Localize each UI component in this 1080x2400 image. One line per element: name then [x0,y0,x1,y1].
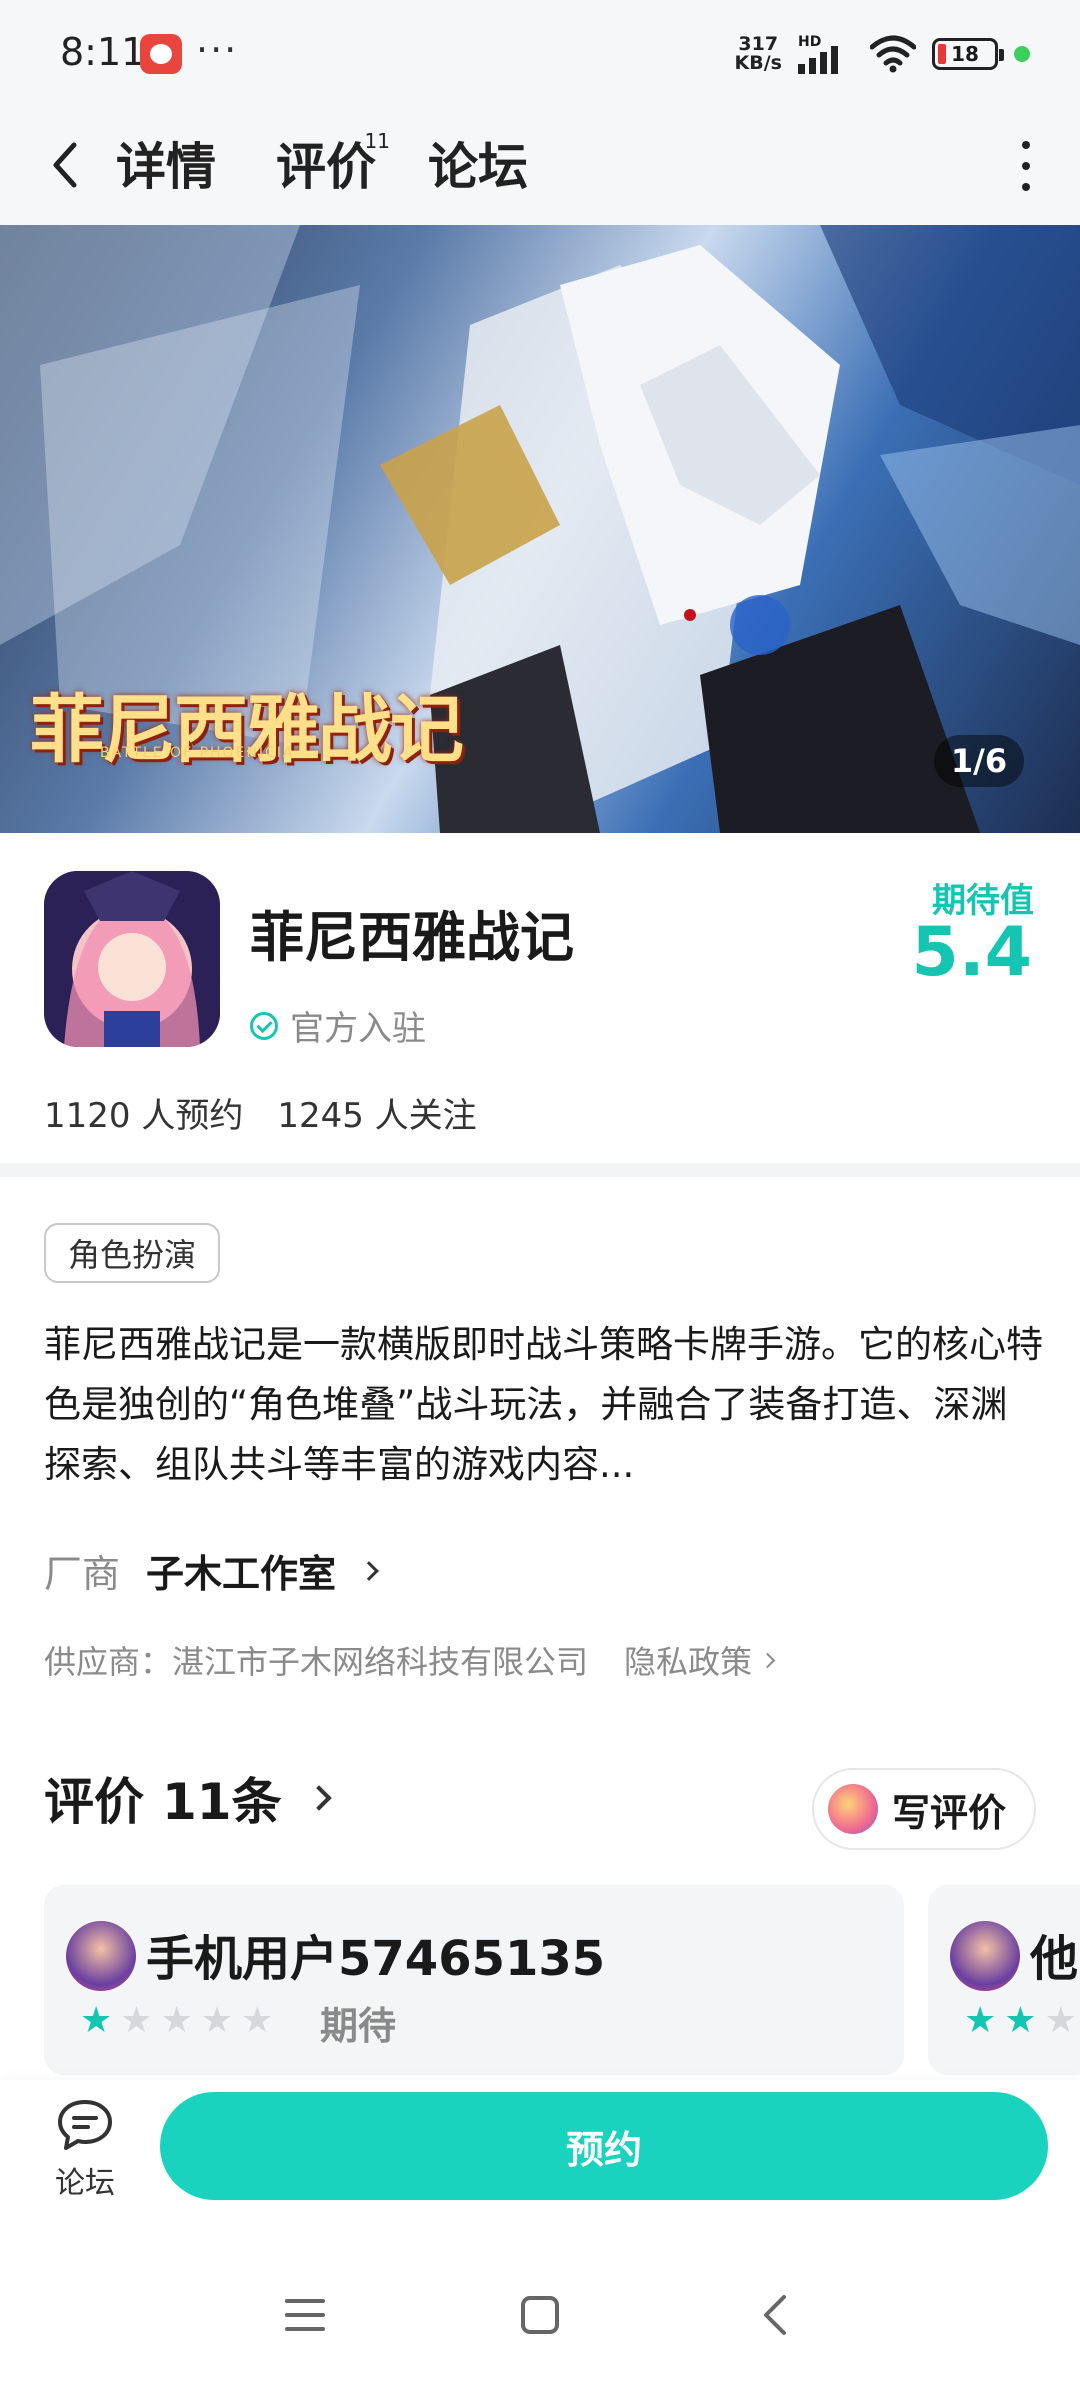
genre-tag[interactable]: 角色扮演 [44,1223,221,1283]
bottom-action-bar: 论坛 预约 [0,2080,1080,2230]
star-empty-icon: ★ [1044,2000,1077,2041]
privacy-indicator-dot [1014,46,1030,62]
tab-forum-label: 论坛 [428,138,528,196]
privacy-policy-label: 隐私政策 [624,1643,753,1681]
write-review-label: 写评价 [891,1790,1006,1835]
game-details-section: 角色扮演 菲尼西雅战记是一款横版即时战斗策略卡牌手游。它的核心特色是独创的“角色… [0,1177,1080,1697]
back-button[interactable] [40,135,90,195]
star-empty-icon: ★ [160,2000,193,2041]
expectation-score: 5.4 [911,913,1032,992]
star-rating: ★★★★★ [80,2003,273,2039]
status-bar: 8:11 ··· 317 KB/s HD 18 [0,0,1080,105]
developer-name: 子木工作室 [146,1552,337,1596]
reviewer-name: 他 [1030,1931,1079,1987]
write-review-button[interactable]: 写评价 [811,1768,1036,1850]
wifi-icon [870,35,916,73]
more-options-button[interactable] [1006,141,1046,191]
verified-check-icon [250,1011,278,1040]
reviews-section: 评价 11条 写评价 手机用户57465135 ★★★★★ 期待 他 ★★★★★ [0,1740,1080,2080]
game-description[interactable]: 菲尼西雅战记是一款横版即时战斗策略卡牌手游。它的核心特色是独创的“角色堆叠”战斗… [44,1315,1044,1495]
top-navigation: 详情 评价 11 论坛 [0,105,1080,225]
app-stats: 1120 人预约 1245 人关注 [44,1088,477,1137]
reviews-count: 11条 [162,1773,282,1831]
forum-chat-icon [58,2100,112,2150]
app-icon [44,871,220,1047]
chevron-right-icon [305,1785,332,1811]
star-empty-icon: ★ [120,2000,153,2041]
official-badge: 官方入驻 [250,1001,426,1050]
review-card[interactable]: 他 ★★★★★ [928,1885,1080,2075]
developer-label: 厂商 [44,1552,121,1596]
carousel-page-counter: 1/6 [934,735,1024,787]
supplier-row: 供应商：湛江市子木网络科技有限公司 隐私政策 [44,1637,776,1683]
tab-review[interactable]: 评价 11 [276,127,390,199]
system-back-button[interactable] [740,2280,810,2350]
review-card[interactable]: 手机用户57465135 ★ ★ ★ ★ ★ 期待 [44,1885,904,2075]
more-notifications-icon: ··· [196,28,239,72]
developer-link[interactable]: 厂商 子木工作室 [44,1543,379,1598]
official-badge-label: 官方入驻 [290,1009,426,1049]
star-filled-icon: ★ [80,2000,113,2041]
chevron-right-icon [359,1560,379,1581]
tab-detail[interactable]: 详情 [114,127,218,199]
tab-forum[interactable]: 论坛 [428,127,528,199]
reviews-header-link[interactable]: 评价 11条 [44,1762,332,1834]
battery-level: 18 [951,42,979,66]
supplier-name: 供应商：湛江市子木网络科技有限公司 [44,1643,589,1681]
battery-icon: 18 [932,38,1004,70]
menu-icon [285,2299,325,2331]
chevron-right-icon [759,1652,776,1668]
reviewer-avatar [950,1921,1020,1991]
follower-count: 1245 人关注 [277,1096,477,1136]
rating-label: 期待 [320,2004,397,2048]
star-filled-icon: ★ [1004,2000,1037,2041]
star-empty-icon: ★ [200,2000,234,2041]
star-filled-icon: ★ [964,2000,997,2041]
tab-review-label: 评价 [276,138,376,196]
screenshot-carousel[interactable]: 菲尼西雅战记 BATTLE OF PHOENICIA 1/6 [0,225,1080,833]
reviewer-avatar [66,1921,136,1991]
tab-review-count-badge: 11 [364,129,390,153]
status-indicators: 317 KB/s HD 18 [735,30,1030,78]
notification-app-icon [140,34,182,74]
user-avatar [827,1784,878,1834]
reviews-title: 评价 [44,1773,144,1831]
back-chevron-icon [53,142,77,188]
star-empty-icon: ★ [241,2000,274,2041]
app-info-section: 菲尼西雅战记 官方入驻 期待值 5.4 1120 人预约 1245 人关注 [0,833,1080,1163]
forum-shortcut-button[interactable]: 论坛 [44,2098,126,2202]
privacy-policy-link[interactable]: 隐私政策 [624,1637,776,1683]
reserve-button[interactable]: 预约 [160,2092,1048,2200]
more-vertical-icon [1022,141,1030,149]
star-rating: ★★★★★ [964,2003,1080,2039]
back-chevron-icon [764,2295,786,2335]
game-logo-subtitle: BATTLE OF PHOENICIA [100,745,295,761]
tab-detail-label: 详情 [116,138,216,196]
home-square-icon [521,2296,559,2334]
cellular-signal-icon: HD [798,34,854,74]
forum-shortcut-label: 论坛 [55,2166,115,2201]
app-title: 菲尼西雅战记 [250,906,574,969]
reviewer-name: 手机用户57465135 [146,1931,606,1987]
system-navigation-bar [0,2230,1080,2400]
network-speed-unit: KB/s [734,52,782,74]
reservation-count: 1120 人预约 [44,1096,244,1136]
network-speed: 317 KB/s [735,35,782,73]
status-time: 8:11 [60,30,146,74]
recent-apps-button[interactable] [270,2280,340,2350]
home-button[interactable] [505,2280,575,2350]
section-divider [0,1163,1080,1177]
